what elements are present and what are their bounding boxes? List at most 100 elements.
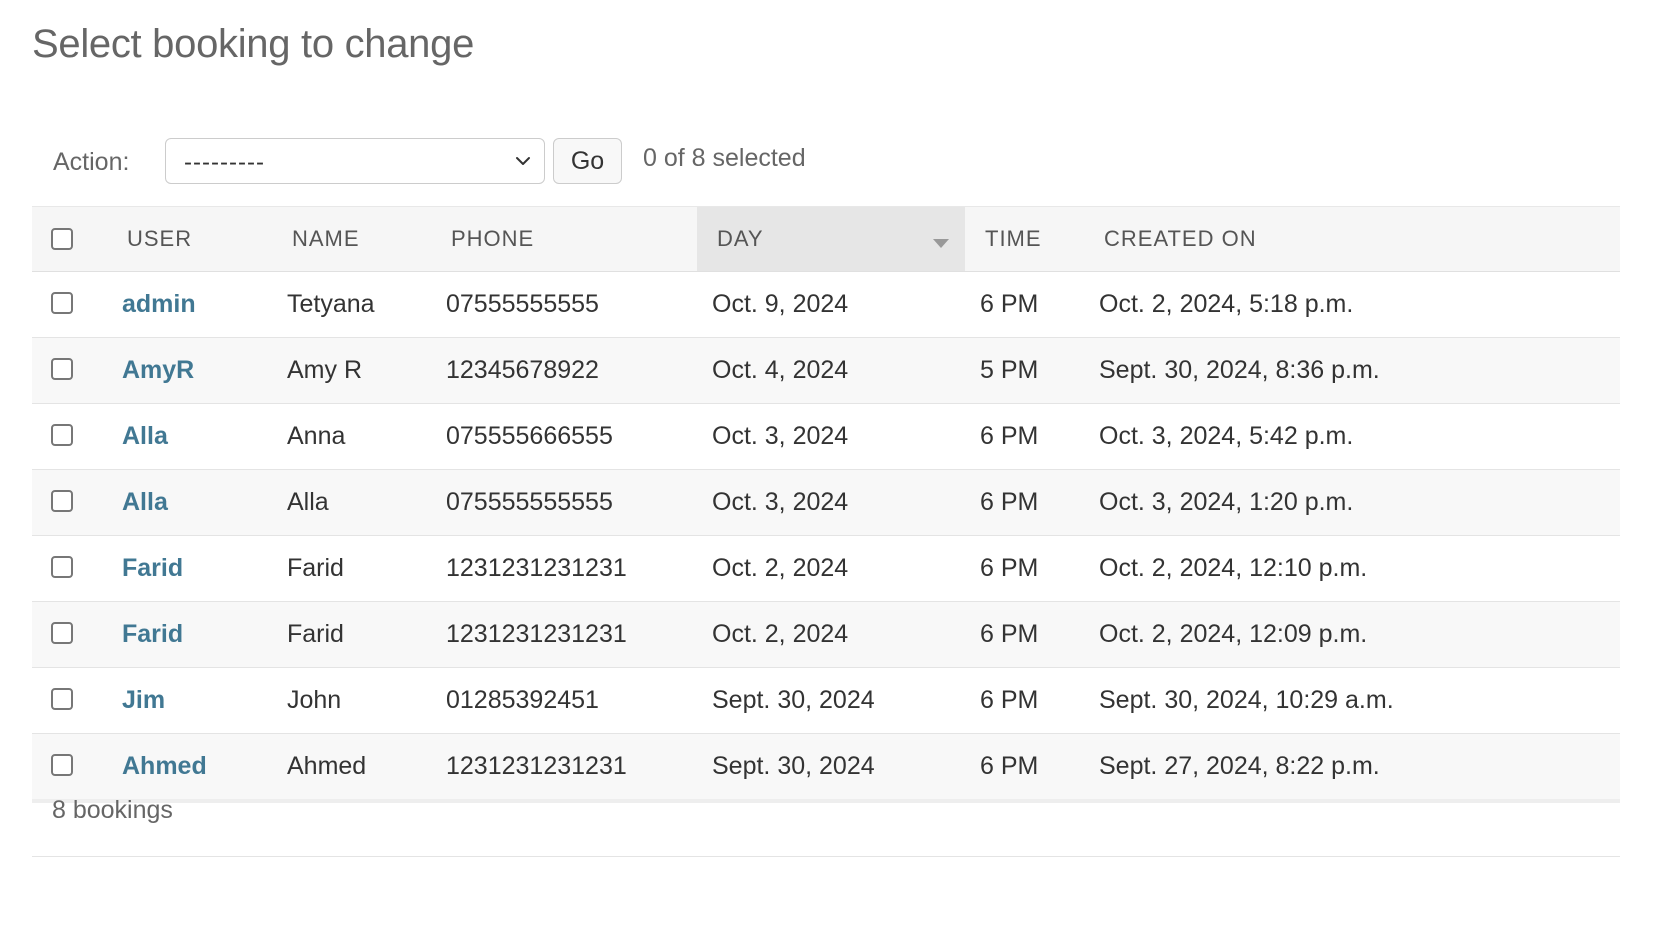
user-link[interactable]: Ahmed [107,752,272,781]
created-on-value: Sept. 30, 2024, 10:29 a.m. [1099,686,1394,714]
cell-user: Farid [107,535,272,602]
column-header-day[interactable]: DAY [697,206,965,272]
day-value: Oct. 9, 2024 [712,290,849,318]
cell-time: 6 PM [965,601,1084,668]
day-value: Oct. 4, 2024 [712,356,849,384]
created-on-value: Sept. 30, 2024, 8:36 p.m. [1099,356,1380,384]
results-table: USER NAME PHONE DAY TIME CREATED ON admi… [32,206,1620,803]
go-button[interactable]: Go [553,138,622,184]
result-count: 8 bookings [52,796,173,824]
day-value: Oct. 3, 2024 [712,488,849,516]
cell-created-on: Oct. 2, 2024, 5:18 p.m. [1084,271,1620,338]
cell-user: Jim [107,667,272,734]
cell-phone: 1231231231231 [431,601,697,668]
sort-descending-icon[interactable] [933,239,949,248]
cell-phone: 075555666555 [431,403,697,470]
phone-value: 1231231231231 [446,752,627,780]
cell-day: Oct. 3, 2024 [697,403,965,470]
column-header-label: NAME [292,226,360,251]
name-value: Alla [287,488,329,516]
footer-divider [32,856,1620,857]
row-select-cell [32,271,107,338]
user-link[interactable]: Jim [107,686,272,715]
created-on-value: Oct. 2, 2024, 12:10 p.m. [1099,554,1368,582]
select-all-checkbox[interactable] [51,228,73,250]
column-header-time[interactable]: TIME [965,206,1084,272]
column-header-label: CREATED ON [1104,226,1257,251]
name-value: Amy R [287,356,362,384]
row-checkbox[interactable] [51,555,73,578]
cell-created-on: Sept. 30, 2024, 8:36 p.m. [1084,337,1620,404]
action-select[interactable]: --------- [165,138,545,184]
cell-name: Amy R [272,337,431,404]
cell-name: Ahmed [272,733,431,803]
selection-counter: 0 of 8 selected [643,144,806,172]
cell-phone: 01285392451 [431,667,697,734]
time-value: 6 PM [980,488,1039,516]
cell-phone: 1231231231231 [431,535,697,602]
cell-time: 6 PM [965,403,1084,470]
page-title: Select booking to change [32,22,475,66]
cell-time: 6 PM [965,535,1084,602]
user-link[interactable]: admin [107,290,272,319]
created-on-value: Oct. 2, 2024, 12:09 p.m. [1099,620,1368,648]
name-value: Anna [287,422,346,450]
time-value: 6 PM [980,554,1039,582]
row-checkbox[interactable] [51,687,73,710]
column-header-phone[interactable]: PHONE [431,206,697,272]
user-link[interactable]: Alla [107,422,272,451]
created-on-value: Sept. 27, 2024, 8:22 p.m. [1099,752,1380,780]
phone-value: 1231231231231 [446,554,627,582]
row-checkbox[interactable] [51,621,73,644]
phone-value: 01285392451 [446,686,599,714]
name-value: Farid [287,554,344,582]
name-value: Farid [287,620,344,648]
row-checkbox[interactable] [51,423,73,446]
day-value: Sept. 30, 2024 [712,752,875,780]
cell-time: 6 PM [965,271,1084,338]
user-link[interactable]: AmyR [107,356,272,385]
phone-value: 12345678922 [446,356,599,384]
action-label: Action: [53,148,130,176]
table-header: USER NAME PHONE DAY TIME CREATED ON [32,206,1620,272]
time-value: 6 PM [980,290,1039,318]
cell-time: 6 PM [965,469,1084,536]
row-checkbox[interactable] [51,489,73,512]
cell-user: Alla [107,403,272,470]
cell-day: Oct. 2, 2024 [697,601,965,668]
cell-user: Alla [107,469,272,536]
user-link[interactable]: Farid [107,554,272,583]
row-checkbox[interactable] [51,291,73,314]
row-checkbox[interactable] [51,753,73,776]
column-header-label: DAY [717,226,764,251]
row-select-cell [32,337,107,404]
user-link[interactable]: Alla [107,488,272,517]
column-header-user[interactable]: USER [107,206,272,272]
table-row: AmyR Amy R 12345678922 Oct. 4, 2024 5 PM Sept… [32,337,1620,404]
row-select-cell [32,403,107,470]
column-header-created-on[interactable]: CREATED ON [1084,206,1620,272]
cell-time: 6 PM [965,733,1084,803]
cell-created-on: Oct. 2, 2024, 12:09 p.m. [1084,601,1620,668]
cell-created-on: Oct. 3, 2024, 5:42 p.m. [1084,403,1620,470]
cell-name: Farid [272,601,431,668]
phone-value: 075555555555 [446,488,613,516]
user-link[interactable]: Farid [107,620,272,649]
column-header-name[interactable]: NAME [272,206,431,272]
cell-name: Tetyana [272,271,431,338]
table-row: Ahmed Ahmed 1231231231231 Sept. 30, 2024 6 P… [32,733,1620,803]
cell-user: AmyR [107,337,272,404]
row-select-cell [32,469,107,536]
row-checkbox[interactable] [51,357,73,380]
chevron-down-icon [516,157,530,165]
created-on-value: Oct. 2, 2024, 5:18 p.m. [1099,290,1354,318]
cell-created-on: Sept. 27, 2024, 8:22 p.m. [1084,733,1620,803]
time-value: 6 PM [980,422,1039,450]
cell-day: Oct. 2, 2024 [697,535,965,602]
row-select-cell [32,535,107,602]
created-on-value: Oct. 3, 2024, 1:20 p.m. [1099,488,1354,516]
time-value: 6 PM [980,620,1039,648]
time-value: 6 PM [980,686,1039,714]
table-row: Farid Farid 1231231231231 Oct. 2, 2024 6 PM O… [32,601,1620,668]
cell-created-on: Sept. 30, 2024, 10:29 a.m. [1084,667,1620,734]
